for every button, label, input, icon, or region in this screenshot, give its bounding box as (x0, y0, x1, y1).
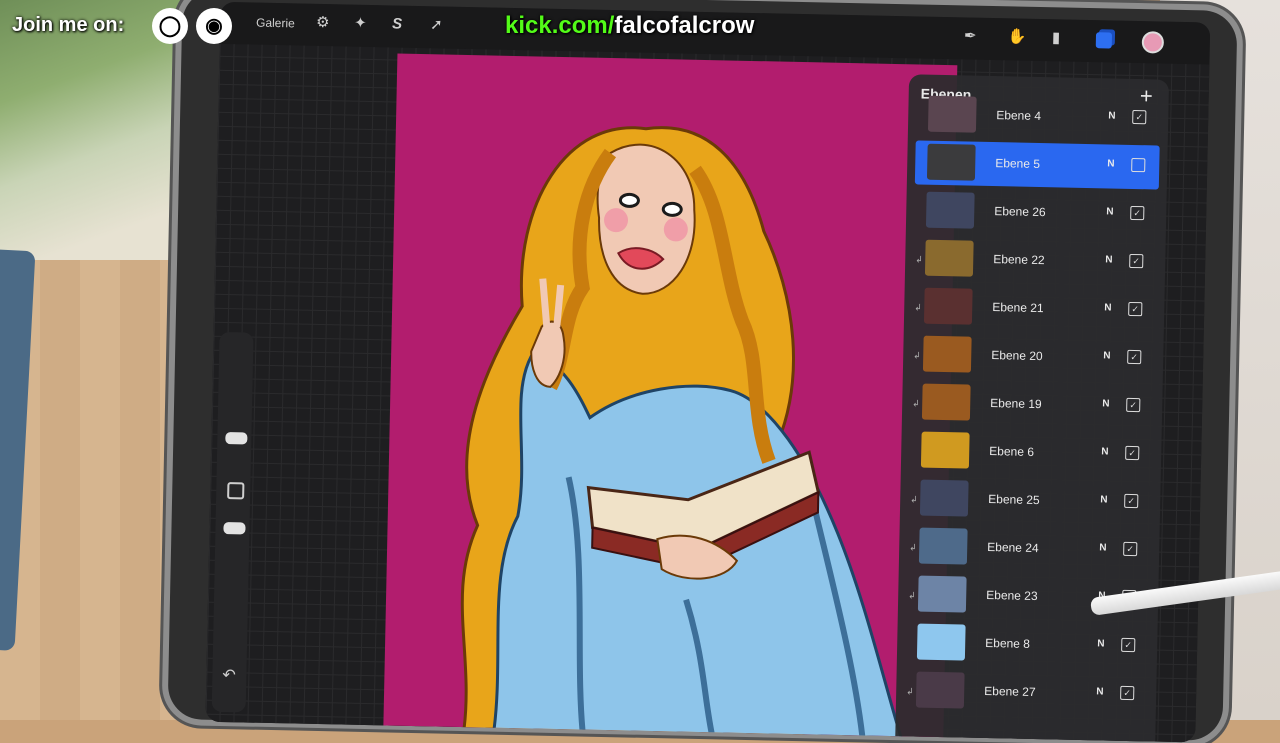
layer-row[interactable]: ↲ Ebene 22 N ✓ (913, 236, 1158, 285)
layer-thumbnail (927, 95, 977, 133)
layer-row[interactable]: Ebene 6 N ✓ (909, 428, 1154, 477)
clipping-mask-icon: ↲ (906, 686, 914, 697)
kick-domain: kick.com/ (505, 12, 615, 39)
discord-icon: ◉ (196, 8, 232, 44)
color-swatch-button[interactable] (1141, 31, 1165, 54)
layer-row[interactable]: ↲ Ebene 24 N ✓ (907, 524, 1152, 573)
layer-name: Ebene 25 (988, 492, 1040, 508)
blend-mode-button[interactable]: N (1101, 446, 1108, 457)
visibility-checkbox[interactable]: ✓ (1129, 253, 1144, 269)
visibility-checkbox[interactable]: ✓ (1125, 445, 1140, 461)
clipping-mask-icon: ↲ (908, 590, 916, 601)
visibility-checkbox[interactable]: ✓ (1123, 541, 1138, 557)
layer-name: Ebene 6 (989, 444, 1035, 459)
arrow-icon[interactable]: ➚ (430, 16, 443, 33)
visibility-checkbox[interactable]: ✓ (1121, 637, 1136, 653)
layer-name: Ebene 26 (994, 204, 1046, 220)
layer-name: Ebene 21 (992, 300, 1044, 316)
visibility-checkbox[interactable]: ✓ (1130, 205, 1145, 221)
blend-mode-button[interactable]: N (1102, 398, 1109, 409)
eraser-icon[interactable]: ▮ (1052, 29, 1061, 46)
join-me-label: Join me on: (12, 14, 125, 36)
layer-row[interactable]: ↲ Ebene 21 N ✓ (912, 284, 1157, 333)
layer-row[interactable]: Ebene 8 N ✓ (905, 620, 1150, 669)
layer-row[interactable]: Ebene 5 N (914, 140, 1160, 190)
layers-panel: Ebenen + Ebene 4 N ✓ Ebene 5 N Ebene 26 N ✓ ↲ Ebe… (894, 74, 1170, 743)
layer-thumbnail (926, 143, 976, 181)
blend-mode-button[interactable]: N (1099, 542, 1106, 553)
layer-row[interactable]: ↲ Ebene 19 N ✓ (910, 380, 1155, 429)
layer-name: Ebene 5 (995, 156, 1041, 172)
blend-mode-button[interactable]: N (1097, 638, 1104, 649)
selection-s-icon[interactable]: S (392, 15, 402, 32)
layer-name: Ebene 23 (986, 587, 1038, 604)
blend-mode-button[interactable]: N (1096, 686, 1103, 697)
layer-row[interactable]: Ebene 26 N ✓ (914, 188, 1159, 237)
clipping-mask-icon: ↲ (915, 254, 923, 265)
drawing-canvas[interactable] (383, 53, 958, 743)
layer-name: Ebene 24 (987, 540, 1039, 556)
layer-thumbnail (917, 575, 967, 613)
blend-mode-button[interactable]: N (1100, 494, 1107, 505)
square-icon[interactable] (227, 482, 245, 500)
layer-name: Ebene 20 (991, 348, 1043, 364)
layer-thumbnail (923, 287, 973, 325)
layer-row[interactable]: ↲ Ebene 27 N ✓ (904, 668, 1149, 717)
layer-thumbnail (921, 383, 971, 421)
kick-username: falcofalcrow (614, 12, 755, 39)
clipping-mask-icon: ↲ (909, 542, 917, 553)
blend-mode-button[interactable]: N (1108, 110, 1115, 121)
instagram-icon: ◯ (152, 8, 188, 44)
layer-thumbnail (915, 671, 965, 709)
blend-mode-button[interactable]: N (1107, 158, 1114, 169)
procreate-screen: Galerie ⚙ ✦ S ➚ ✒ ✋ ▮ ↶ Ebenen + Ebene 4… (205, 1, 1211, 743)
wrench-icon[interactable]: ⚙ (316, 14, 330, 31)
clipping-mask-icon: ↲ (913, 350, 921, 361)
blend-mode-button[interactable]: N (1104, 302, 1111, 313)
blend-mode-button[interactable]: N (1106, 206, 1113, 217)
layers-icon[interactable] (1095, 32, 1113, 49)
visibility-checkbox[interactable] (1131, 157, 1146, 173)
visibility-checkbox[interactable]: ✓ (1120, 685, 1135, 701)
clipping-mask-icon: ↲ (914, 302, 922, 313)
layer-thumbnail (919, 479, 969, 517)
layer-thumbnail (920, 431, 970, 469)
layer-row[interactable]: Ebene 4 N ✓ (916, 92, 1161, 141)
artwork-illustration (460, 126, 906, 743)
layer-name: Ebene 19 (990, 396, 1042, 412)
layer-name: Ebene 8 (985, 635, 1031, 651)
layer-name: Ebene 22 (993, 252, 1045, 268)
layer-thumbnail (916, 623, 966, 661)
smudge-icon[interactable]: ✋ (1008, 28, 1027, 45)
layer-name: Ebene 27 (984, 683, 1036, 700)
blend-mode-button[interactable]: N (1103, 350, 1110, 361)
visibility-checkbox[interactable]: ✓ (1126, 397, 1141, 413)
layer-thumbnail (918, 527, 968, 565)
layer-row[interactable]: ↲ Ebene 25 N ✓ (908, 476, 1153, 525)
layer-name: Ebene 4 (996, 108, 1042, 124)
magic-wand-icon[interactable]: ✦ (354, 15, 367, 32)
opacity-slider[interactable] (223, 522, 246, 535)
ipad-frame: Galerie ⚙ ✦ S ➚ ✒ ✋ ▮ ↶ Ebenen + Ebene 4… (167, 0, 1238, 743)
layer-thumbnail (925, 191, 975, 229)
layer-row[interactable]: ↲ Ebene 20 N ✓ (911, 332, 1156, 381)
visibility-checkbox[interactable]: ✓ (1128, 301, 1143, 317)
blend-mode-button[interactable]: N (1105, 254, 1112, 265)
brush-size-slider[interactable] (225, 432, 248, 445)
layer-thumbnail (924, 239, 974, 277)
layer-thumbnail (922, 335, 972, 373)
undo-icon[interactable]: ↶ (222, 665, 236, 685)
visibility-checkbox[interactable]: ✓ (1127, 349, 1142, 365)
clipping-mask-icon: ↲ (910, 494, 918, 505)
visibility-checkbox[interactable]: ✓ (1132, 109, 1147, 125)
gallery-button[interactable]: Galerie (256, 16, 295, 31)
clipping-mask-icon: ↲ (912, 398, 920, 409)
kick-channel-link: kick.com/falcofalcrow (505, 12, 754, 40)
brush-icon[interactable]: ✒ (964, 27, 977, 44)
visibility-checkbox[interactable]: ✓ (1124, 493, 1139, 509)
